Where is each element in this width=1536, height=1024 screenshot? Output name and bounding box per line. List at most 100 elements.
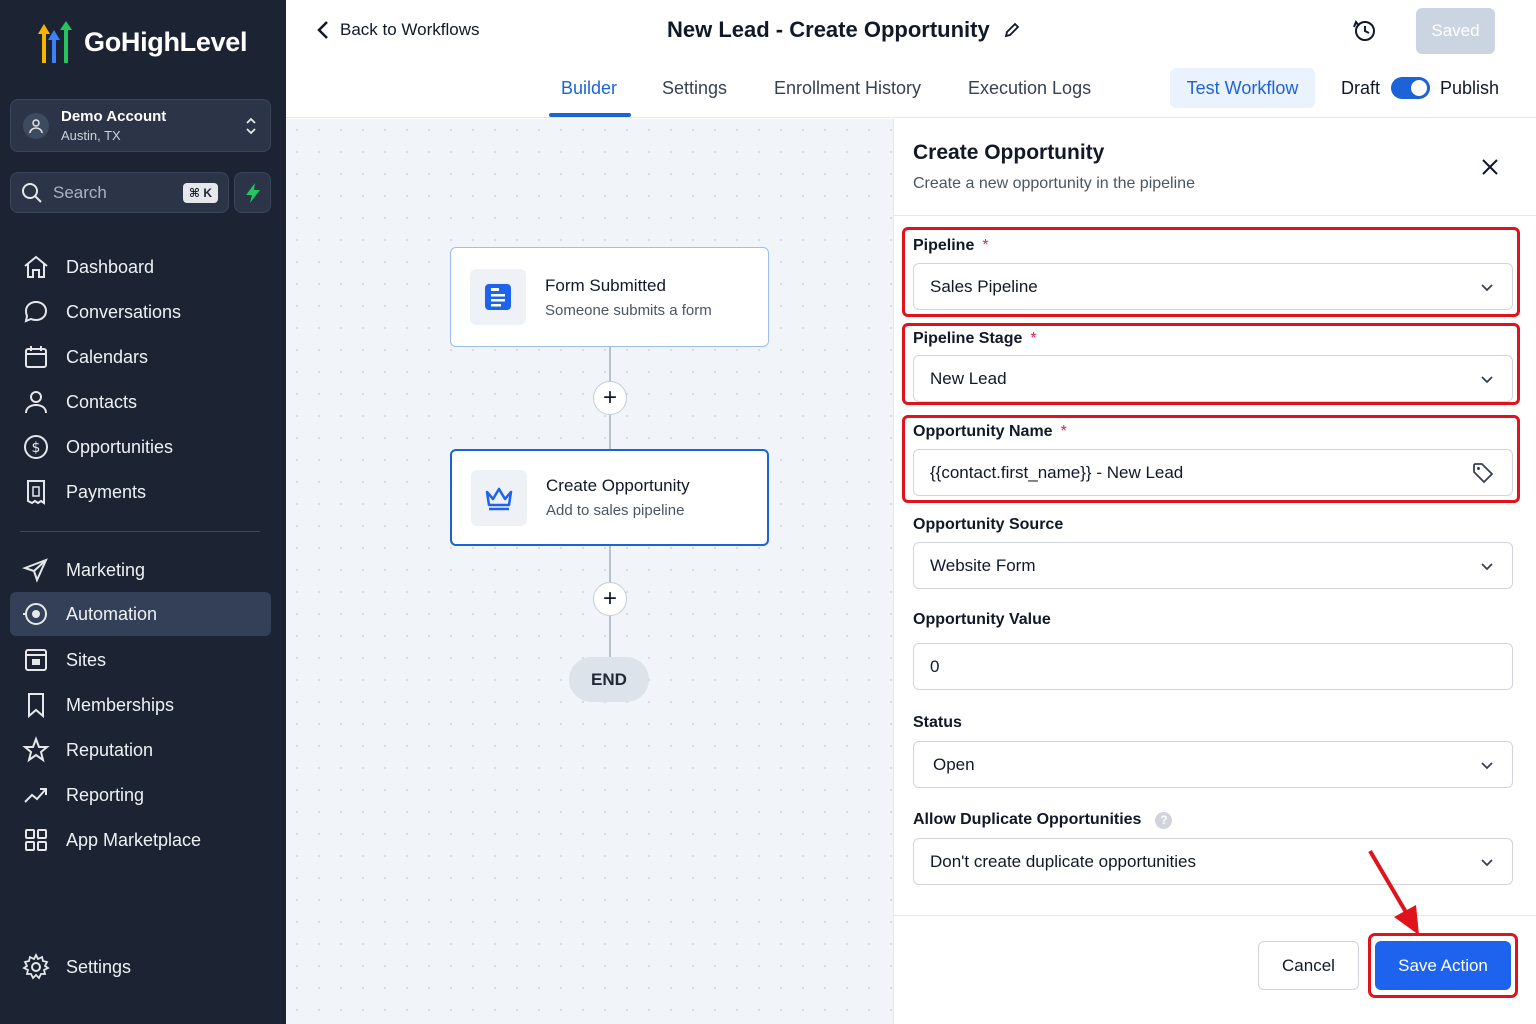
chevron-left-icon xyxy=(317,21,328,39)
sidebar-item-label: Opportunities xyxy=(66,436,174,457)
allow-duplicates-label-text: Allow Duplicate Opportunities xyxy=(913,811,1142,828)
opportunity-value-value: 0 xyxy=(930,656,940,676)
tab-execution-logs[interactable]: Execution Logs xyxy=(968,78,1091,99)
trigger-node-form-submitted[interactable]: Form Submitted Someone submits a form xyxy=(450,247,769,347)
sidebar-item-label: Dashboard xyxy=(66,256,155,277)
pencil-icon[interactable] xyxy=(1004,22,1020,38)
workflow-header: Back to Workflows New Lead - Create Oppo… xyxy=(286,0,1536,118)
logo-arrows-icon xyxy=(38,21,72,63)
sidebar-item-payments[interactable]: Payments xyxy=(10,470,271,514)
quick-actions-button[interactable] xyxy=(234,172,271,213)
status-select[interactable]: Open xyxy=(913,741,1513,788)
account-avatar xyxy=(23,112,49,139)
highlight-box xyxy=(902,323,1520,405)
sites-icon xyxy=(25,649,47,671)
panel-title: Create Opportunity xyxy=(913,141,1105,164)
panel-subtitle: Create a new opportunity in the pipeline xyxy=(913,175,1195,192)
sidebar-item-calendars[interactable]: Calendars xyxy=(10,335,271,379)
home-icon xyxy=(24,255,48,278)
sidebar-item-label: Settings xyxy=(66,956,132,977)
chat-icon xyxy=(24,300,48,323)
calendar-icon xyxy=(25,346,47,368)
publish-toggle[interactable] xyxy=(1391,77,1430,99)
highlight-box xyxy=(902,227,1520,317)
node-title: Form Submitted xyxy=(545,275,666,295)
connector-line xyxy=(609,616,611,657)
sidebar-item-label: App Marketplace xyxy=(66,829,202,850)
chevron-down-icon xyxy=(1481,761,1493,769)
red-arrow-icon xyxy=(1368,849,1419,935)
workflow-canvas[interactable]: Form Submitted Someone submits a form + … xyxy=(286,119,893,1024)
opportunity-value-label: Opportunity Value xyxy=(913,611,1051,629)
crown-icon xyxy=(485,487,513,510)
sidebar: GoHighLevel Demo Account Austin, TX Sear… xyxy=(0,0,286,1024)
saved-button[interactable]: Saved xyxy=(1416,8,1495,54)
sidebar-item-label: Sites xyxy=(66,649,107,670)
opportunity-source-label-text: Opportunity Source xyxy=(913,516,1064,533)
node-title: Create Opportunity xyxy=(546,476,690,495)
chevron-up-down-icon xyxy=(246,117,256,134)
search-label: Search xyxy=(53,182,107,202)
opportunity-source-label: Opportunity Source xyxy=(913,516,1063,534)
sidebar-item-memberships[interactable]: Memberships xyxy=(10,683,271,727)
cancel-button[interactable]: Cancel xyxy=(1258,941,1359,990)
add-step-button[interactable]: + xyxy=(593,582,627,616)
publish-label: Publish xyxy=(1440,78,1500,98)
node-icon-box xyxy=(470,269,526,325)
sidebar-item-settings[interactable]: Settings xyxy=(10,945,271,989)
sidebar-item-opportunities[interactable]: $ Opportunities xyxy=(10,425,271,469)
user-icon xyxy=(25,391,47,414)
node-icon-box xyxy=(471,469,527,526)
back-to-workflows-link[interactable]: Back to Workflows xyxy=(316,20,480,40)
toggle-knob xyxy=(1411,80,1427,96)
opportunity-source-value: Website Form xyxy=(930,555,1036,575)
tab-enrollment-history[interactable]: Enrollment History xyxy=(774,78,921,99)
send-icon xyxy=(22,558,48,583)
test-workflow-button[interactable]: Test Workflow xyxy=(1170,68,1315,108)
opportunity-source-select[interactable]: Website Form xyxy=(913,542,1513,589)
sidebar-divider xyxy=(20,531,260,532)
sidebar-item-reputation[interactable]: Reputation xyxy=(10,728,271,772)
allow-duplicates-label: Allow Duplicate Opportunities ? xyxy=(913,811,1173,829)
sidebar-item-label: Conversations xyxy=(66,301,182,322)
tab-builder[interactable]: Builder xyxy=(561,78,617,99)
brand-logo[interactable]: GoHighLevel xyxy=(32,20,248,64)
add-step-button[interactable]: + xyxy=(593,381,627,415)
connector-line xyxy=(609,415,611,449)
account-location: Austin, TX xyxy=(61,128,121,143)
sidebar-item-label: Reporting xyxy=(66,784,145,805)
opportunity-value-input[interactable]: 0 xyxy=(913,643,1513,690)
sidebar-item-contacts[interactable]: Contacts xyxy=(10,380,271,424)
sidebar-item-automation[interactable]: Automation xyxy=(10,592,271,636)
receipt-icon xyxy=(27,480,45,505)
workflow-title[interactable]: New Lead - Create Opportunity xyxy=(667,17,1020,43)
opportunity-value-label-text: Opportunity Value xyxy=(913,611,1051,628)
node-subtitle: Add to sales pipeline xyxy=(546,502,685,519)
sidebar-item-dashboard[interactable]: Dashboard xyxy=(10,245,271,289)
sidebar-item-label: Payments xyxy=(66,481,147,502)
action-config-panel: Create Opportunity Create a new opportun… xyxy=(893,119,1536,1024)
sidebar-item-marketing[interactable]: Marketing xyxy=(10,548,271,592)
star-icon xyxy=(22,736,50,763)
search-icon xyxy=(22,182,42,203)
sidebar-item-label: Marketing xyxy=(66,559,146,580)
status-label: Status xyxy=(913,714,962,732)
account-switcher[interactable]: Demo Account Austin, TX xyxy=(10,99,271,152)
sidebar-item-conversations[interactable]: Conversations xyxy=(10,290,271,334)
sidebar-item-app-marketplace[interactable]: App Marketplace xyxy=(10,818,271,862)
back-label: Back to Workflows xyxy=(340,20,480,39)
bookmark-icon xyxy=(28,693,44,719)
status-label-text: Status xyxy=(913,714,962,731)
sidebar-item-sites[interactable]: Sites xyxy=(10,638,271,682)
lightning-icon xyxy=(245,182,260,203)
history-icon[interactable] xyxy=(1352,18,1378,44)
sidebar-item-label: Reputation xyxy=(66,739,154,760)
tab-settings[interactable]: Settings xyxy=(662,78,727,99)
node-subtitle: Someone submits a form xyxy=(545,301,712,319)
sidebar-item-label: Contacts xyxy=(66,391,138,412)
sidebar-item-reporting[interactable]: Reporting xyxy=(10,773,271,817)
search-box[interactable]: Search ⌘ K xyxy=(10,172,229,213)
help-icon[interactable]: ? xyxy=(1155,811,1173,829)
action-node-create-opportunity[interactable]: Create Opportunity Add to sales pipeline xyxy=(450,449,769,546)
close-icon[interactable] xyxy=(1480,157,1500,177)
